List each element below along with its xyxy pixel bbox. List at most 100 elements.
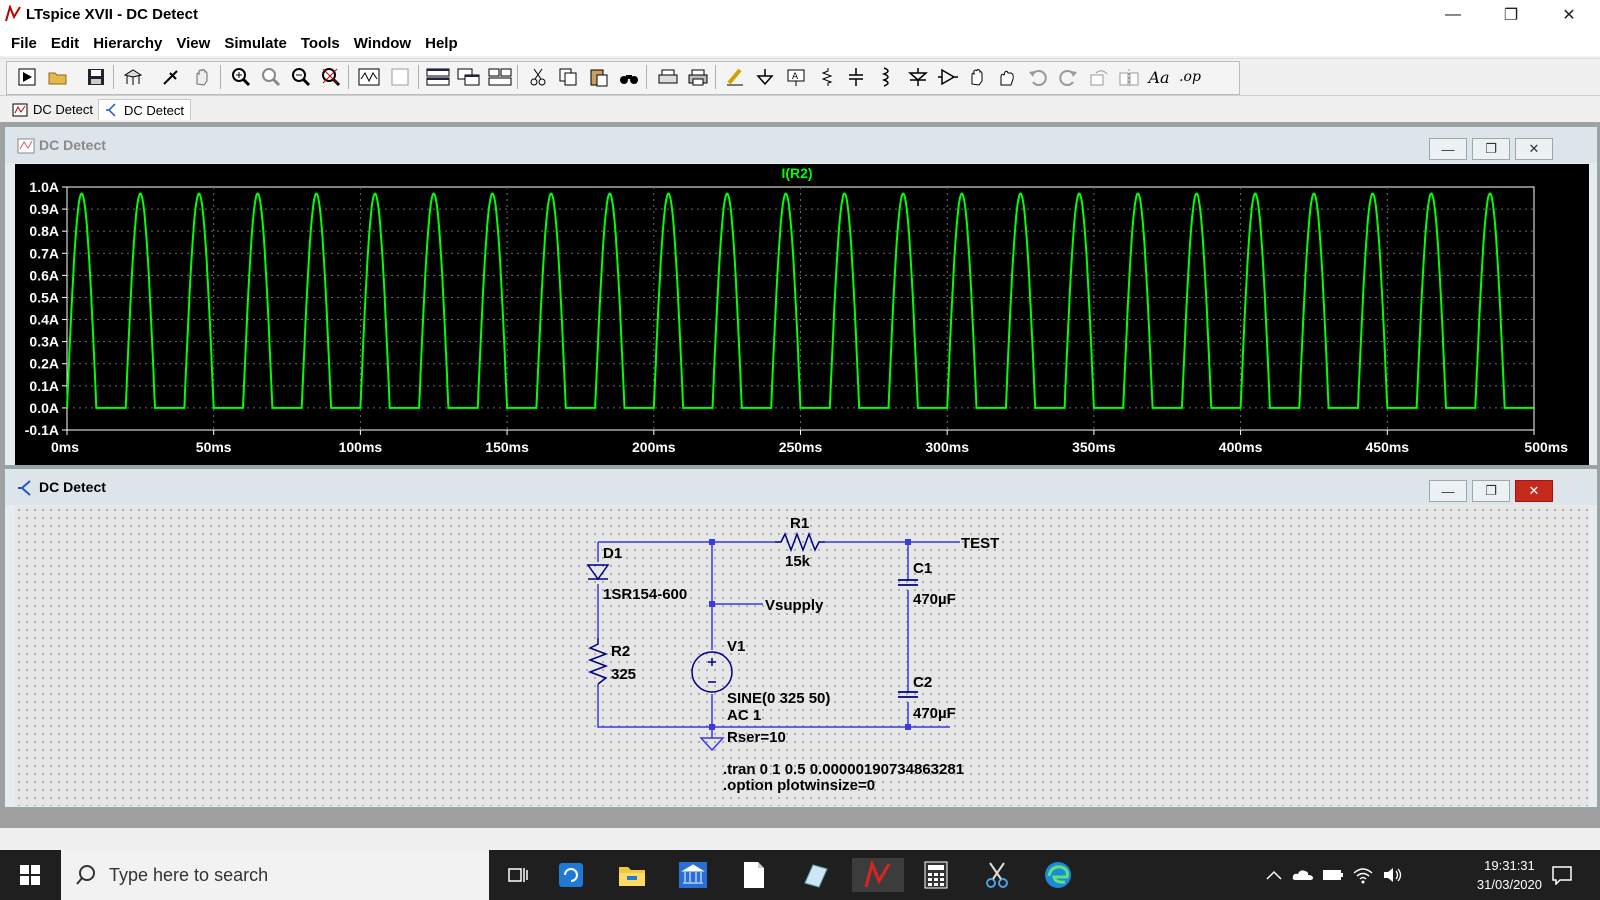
redo-icon[interactable] [1055, 64, 1081, 90]
menu-file[interactable]: File [4, 35, 44, 52]
notepad-icon[interactable] [797, 858, 833, 892]
spice-directive-icon[interactable]: .op [1177, 64, 1203, 90]
y-tick-label[interactable]: 0.7A [29, 245, 59, 261]
file-explorer-icon[interactable] [614, 858, 650, 892]
wifi-icon[interactable] [1350, 858, 1376, 892]
resistor-r1[interactable] [775, 531, 825, 553]
open-icon[interactable] [45, 64, 71, 90]
menu-window[interactable]: Window [347, 35, 418, 52]
draw-wire-icon[interactable] [722, 64, 748, 90]
c2-value-label[interactable]: 470µF [913, 705, 956, 722]
move-icon[interactable] [965, 64, 991, 90]
waveform-plot[interactable]: 1.0A 0.9A 0.8A 0.7A 0.6A 0.5A 0.4A 0.3A 0.2A 0.1A… [15, 164, 1589, 465]
capacitor-c2[interactable] [898, 691, 918, 698]
document-icon[interactable] [736, 858, 772, 892]
rotate-icon[interactable] [1086, 64, 1112, 90]
inductor-icon[interactable] [873, 64, 899, 90]
option-directive[interactable]: .option plotwinsize=0 [723, 777, 875, 794]
diode-d1[interactable] [586, 564, 610, 581]
calculator-icon[interactable] [918, 858, 954, 892]
mirror-icon[interactable] [1116, 64, 1142, 90]
schematic-close-button[interactable]: ✕ [1515, 480, 1553, 502]
x-tick-label[interactable]: 250ms [779, 439, 823, 455]
c1-name-label[interactable]: C1 [913, 560, 932, 577]
resistor-icon[interactable] [813, 64, 839, 90]
x-tick-label[interactable]: 450ms [1366, 439, 1410, 455]
x-tick-label[interactable]: 150ms [485, 439, 529, 455]
taskbar-clock[interactable]: 19:31:31 31/03/2020 [1477, 856, 1542, 894]
print-icon[interactable] [685, 64, 711, 90]
snipping-icon[interactable] [979, 858, 1015, 892]
text-icon[interactable]: Aa [1146, 64, 1172, 90]
r2-name-label[interactable]: R2 [611, 643, 630, 660]
x-tick-label[interactable]: 200ms [632, 439, 676, 455]
schematic-drawing[interactable]: D1 1SR154-600 R1 15k R2 325 C1 470µF C2 … [15, 506, 1589, 806]
y-tick-label[interactable]: 1.0A [29, 179, 59, 195]
cut-icon[interactable] [525, 64, 551, 90]
y-tick-label[interactable]: 0.5A [29, 289, 59, 305]
net-label-vsupply[interactable]: Vsupply [765, 597, 824, 614]
net-label-test[interactable]: TEST [961, 535, 999, 552]
undo-icon[interactable] [1025, 64, 1051, 90]
y-tick-label[interactable]: 0.0A [29, 400, 59, 416]
blank-page-icon[interactable] [387, 64, 413, 90]
tile-icon[interactable] [487, 64, 513, 90]
voltage-source-v1[interactable] [691, 651, 733, 693]
edge-icon[interactable] [1040, 858, 1076, 892]
label-net-icon[interactable]: A [783, 64, 809, 90]
x-tick-label[interactable]: 350ms [1072, 439, 1116, 455]
d1-value-label[interactable]: 1SR154-600 [603, 586, 687, 603]
waveform-maximize-button[interactable]: ❐ [1472, 138, 1510, 160]
schematic-minimize-button[interactable]: — [1429, 480, 1467, 502]
pan-icon[interactable] [189, 64, 215, 90]
save-icon[interactable] [83, 64, 109, 90]
x-tick-label[interactable]: 50ms [196, 439, 232, 455]
v1-name-label[interactable]: V1 [727, 638, 745, 655]
start-button[interactable] [0, 850, 60, 900]
bank-icon[interactable] [675, 858, 711, 892]
control-panel-icon[interactable] [120, 64, 146, 90]
menu-help[interactable]: Help [418, 35, 465, 52]
zoom-in-icon[interactable] [228, 64, 254, 90]
waveform-plot-area[interactable]: 1.0A 0.9A 0.8A 0.7A 0.6A 0.5A 0.4A 0.3A 0.2A 0.1A… [15, 164, 1589, 465]
minimize-button[interactable]: — [1424, 0, 1482, 30]
waveform-icon[interactable] [356, 64, 382, 90]
r2-value-label[interactable]: 325 [611, 666, 636, 683]
y-tick-label[interactable]: 0.4A [29, 312, 59, 328]
y-tick-label[interactable]: 0.2A [29, 356, 59, 372]
ltspice-icon[interactable] [852, 858, 904, 892]
resistor-r2[interactable] [587, 638, 609, 685]
x-tick-label[interactable]: 400ms [1219, 439, 1263, 455]
run-icon[interactable] [14, 64, 40, 90]
y-tick-label[interactable]: -0.1A [25, 422, 59, 438]
x-tick-label[interactable]: 500ms [1524, 439, 1568, 455]
trace-label[interactable]: I(R2) [781, 165, 812, 181]
zoom-fit-icon[interactable] [318, 64, 344, 90]
y-tick-label[interactable]: 0.3A [29, 334, 59, 350]
onedrive-icon[interactable] [1290, 858, 1316, 892]
drag-icon[interactable] [995, 64, 1021, 90]
r1-value-label[interactable]: 15k [785, 553, 811, 570]
capacitor-c1[interactable] [898, 579, 918, 586]
zoom-pan-icon[interactable] [258, 64, 284, 90]
waveform-minimize-button[interactable]: — [1429, 138, 1467, 160]
x-tick-label[interactable]: 0ms [51, 439, 79, 455]
maximize-button[interactable]: ❐ [1482, 0, 1540, 30]
menu-hierarchy[interactable]: Hierarchy [86, 35, 169, 52]
taskbar-search-box[interactable]: Type here to search [61, 850, 489, 900]
run-pin-icon[interactable] [158, 64, 184, 90]
v1-ac-label[interactable]: AC 1 [727, 707, 761, 724]
trace-i-r2[interactable] [66, 192, 1534, 409]
v1-rser-label[interactable]: Rser=10 [727, 729, 786, 746]
waveform-close-button[interactable]: ✕ [1515, 138, 1553, 160]
chevron-up-icon[interactable] [1262, 858, 1286, 892]
close-button[interactable]: ✕ [1540, 0, 1598, 30]
wires[interactable] [597, 541, 960, 738]
r1-name-label[interactable]: R1 [790, 515, 809, 532]
c1-value-label[interactable]: 470µF [913, 591, 956, 608]
menu-tools[interactable]: Tools [294, 35, 347, 52]
schematic-canvas[interactable]: D1 1SR154-600 R1 15k R2 325 C1 470µF C2 … [15, 506, 1589, 806]
tab-waveform[interactable]: DC Detect [6, 99, 99, 120]
ground-icon[interactable] [752, 64, 778, 90]
x-tick-label[interactable]: 300ms [925, 439, 969, 455]
